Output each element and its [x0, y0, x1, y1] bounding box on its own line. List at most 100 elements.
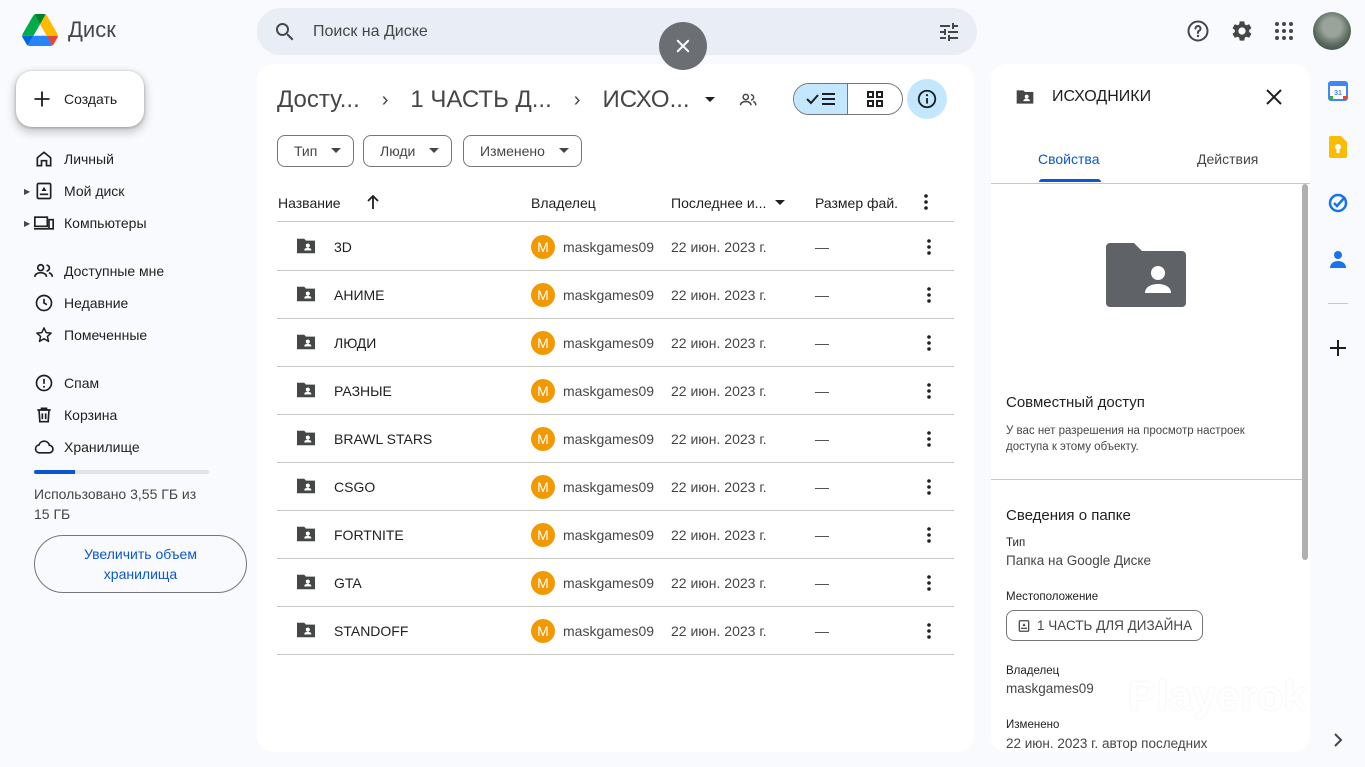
close-overlay-button[interactable]: [659, 22, 707, 70]
more-vert-icon[interactable]: [917, 379, 941, 403]
more-vert-icon[interactable]: [917, 427, 941, 451]
search-input[interactable]: [313, 22, 937, 41]
breadcrumb: Досту... › 1 ЧАСТЬ Д... › ИСХО...: [277, 84, 758, 116]
details-scrollbar[interactable]: [1302, 184, 1308, 560]
more-vert-icon[interactable]: [917, 571, 941, 595]
tab-properties[interactable]: Свойства: [1038, 151, 1099, 167]
table-row[interactable]: 3D Mmaskgames09 22 июн. 2023 г. —: [277, 223, 954, 271]
sidebar-item-trash[interactable]: Корзина: [24, 399, 117, 431]
sort-arrow-up-icon[interactable]: [366, 194, 380, 210]
filter-people[interactable]: Люди: [363, 135, 453, 167]
search-bar[interactable]: [257, 8, 977, 55]
details-title: ИСХОДНИКИ: [1052, 88, 1152, 105]
expand-side-panel-button[interactable]: [1326, 728, 1350, 752]
file-name[interactable]: РАЗНЫЕ: [334, 383, 392, 399]
file-name[interactable]: АНИМЕ: [334, 287, 385, 303]
add-addon-button[interactable]: [1326, 336, 1350, 360]
file-name[interactable]: ЛЮДИ: [334, 335, 376, 351]
shared-folder-icon: [297, 382, 315, 398]
more-vert-icon[interactable]: [917, 235, 941, 259]
sidebar-item-recent[interactable]: Недавние: [24, 287, 128, 319]
help-button[interactable]: [1178, 11, 1218, 51]
filter-modified[interactable]: Изменено: [463, 135, 582, 167]
sidebar-item-storage[interactable]: Хранилище: [24, 431, 140, 463]
filter-type[interactable]: Тип: [277, 135, 355, 167]
my-drive-icon: [36, 182, 52, 200]
calendar-app-button[interactable]: 31: [1326, 79, 1350, 103]
breadcrumb-item-current[interactable]: ИСХО...: [602, 86, 689, 114]
home-icon: [36, 151, 52, 167]
more-vert-icon[interactable]: [917, 475, 941, 499]
close-details-icon[interactable]: [1266, 89, 1282, 105]
drive-logo[interactable]: Диск: [22, 14, 116, 46]
table-row[interactable]: ЛЮДИ Mmaskgames09 22 июн. 2023 г. —: [277, 319, 954, 367]
table-row[interactable]: АНИМЕ Mmaskgames09 22 июн. 2023 г. —: [277, 271, 954, 319]
table-row[interactable]: CSGO Mmaskgames09 22 июн. 2023 г. —: [277, 463, 954, 511]
search-icon[interactable]: [273, 20, 297, 44]
caret-down-icon: [558, 148, 569, 153]
search-options-icon[interactable]: [937, 20, 961, 44]
sidebar-item-my-drive[interactable]: ▶ Мой диск: [24, 175, 124, 207]
caret-down-icon[interactable]: [704, 96, 716, 104]
sidebar-item-shared[interactable]: Доступные мне: [24, 255, 164, 287]
sidebar-item-computers[interactable]: ▶ Компьютеры: [24, 207, 147, 239]
owner-avatar: M: [531, 331, 555, 355]
column-header-modified[interactable]: Последнее и...: [671, 195, 766, 211]
modified-date: 22 июн. 2023 г.: [671, 575, 767, 591]
sidebar-item-spam[interactable]: Спам: [24, 367, 99, 399]
column-header-size[interactable]: Размер фай.: [815, 195, 899, 211]
details-info-button[interactable]: [907, 79, 947, 119]
table-row[interactable]: BRAWL STARS Mmaskgames09 22 июн. 2023 г. —: [277, 415, 954, 463]
shared-folder-icon: [297, 334, 315, 350]
table-header: Название Владелец Последнее и... Размер …: [277, 186, 954, 222]
more-vert-icon[interactable]: [917, 283, 941, 307]
gear-icon: [1232, 21, 1252, 41]
column-header-owner[interactable]: Владелец: [531, 195, 596, 211]
table-row[interactable]: GTA Mmaskgames09 22 июн. 2023 г. —: [277, 559, 954, 607]
breadcrumb-item-shared[interactable]: Досту...: [277, 86, 360, 114]
table-row[interactable]: РАЗНЫЕ Mmaskgames09 22 июн. 2023 г. —: [277, 367, 954, 415]
upgrade-storage-button[interactable]: Увеличить объем хранилища: [34, 535, 247, 593]
create-button[interactable]: Создать: [16, 71, 144, 127]
list-view-button[interactable]: [794, 84, 849, 114]
keep-icon: [1329, 136, 1347, 158]
more-vert-icon[interactable]: [917, 331, 941, 355]
file-name[interactable]: BRAWL STARS: [334, 431, 432, 447]
keep-app-button[interactable]: [1326, 135, 1350, 159]
file-name[interactable]: 3D: [334, 239, 352, 255]
more-vert-icon[interactable]: [924, 194, 928, 210]
view-toggle: [793, 83, 903, 115]
location-label: Местоположение: [1006, 591, 1099, 603]
file-name[interactable]: GTA: [334, 575, 362, 591]
apps-button[interactable]: [1264, 11, 1304, 51]
expand-caret-icon[interactable]: ▶: [24, 187, 30, 196]
caret-down-icon[interactable]: [775, 200, 785, 206]
modified-date: 22 июн. 2023 г.: [671, 239, 767, 255]
more-vert-icon[interactable]: [917, 619, 941, 643]
more-vert-icon[interactable]: [917, 523, 941, 547]
owner-avatar: M: [531, 379, 555, 403]
tab-actions[interactable]: Действия: [1197, 151, 1258, 167]
sidebar-item-starred[interactable]: Помеченные: [24, 319, 147, 351]
breadcrumb-item-parent[interactable]: 1 ЧАСТЬ Д...: [410, 86, 551, 114]
file-name[interactable]: STANDOFF: [334, 623, 408, 639]
contacts-app-button[interactable]: [1326, 247, 1350, 271]
table-row[interactable]: STANDOFF Mmaskgames09 22 июн. 2023 г. —: [277, 607, 954, 655]
location-chip[interactable]: 1 ЧАСТЬ ДЛЯ ДИЗАЙНА: [1006, 610, 1204, 641]
shared-folder-icon: [297, 286, 315, 302]
account-avatar[interactable]: [1313, 12, 1351, 50]
grid-view-button[interactable]: [848, 84, 902, 114]
type-value: Папка на Google Диске: [1006, 553, 1151, 568]
file-name[interactable]: FORTNITE: [334, 527, 404, 543]
sidebar-item-label: Помеченные: [64, 327, 148, 343]
shared-folder-people-icon[interactable]: [738, 91, 758, 109]
table-row[interactable]: FORTNITE Mmaskgames09 22 июн. 2023 г. —: [277, 511, 954, 559]
settings-button[interactable]: [1222, 11, 1262, 51]
expand-caret-icon[interactable]: ▶: [24, 219, 30, 228]
sidebar-item-home[interactable]: Личный: [24, 143, 114, 175]
divider: [1328, 303, 1348, 304]
tasks-app-button[interactable]: [1326, 191, 1350, 215]
file-name[interactable]: CSGO: [334, 479, 375, 495]
sidebar-item-label: Недавние: [64, 295, 129, 311]
column-header-name[interactable]: Название: [278, 195, 341, 211]
